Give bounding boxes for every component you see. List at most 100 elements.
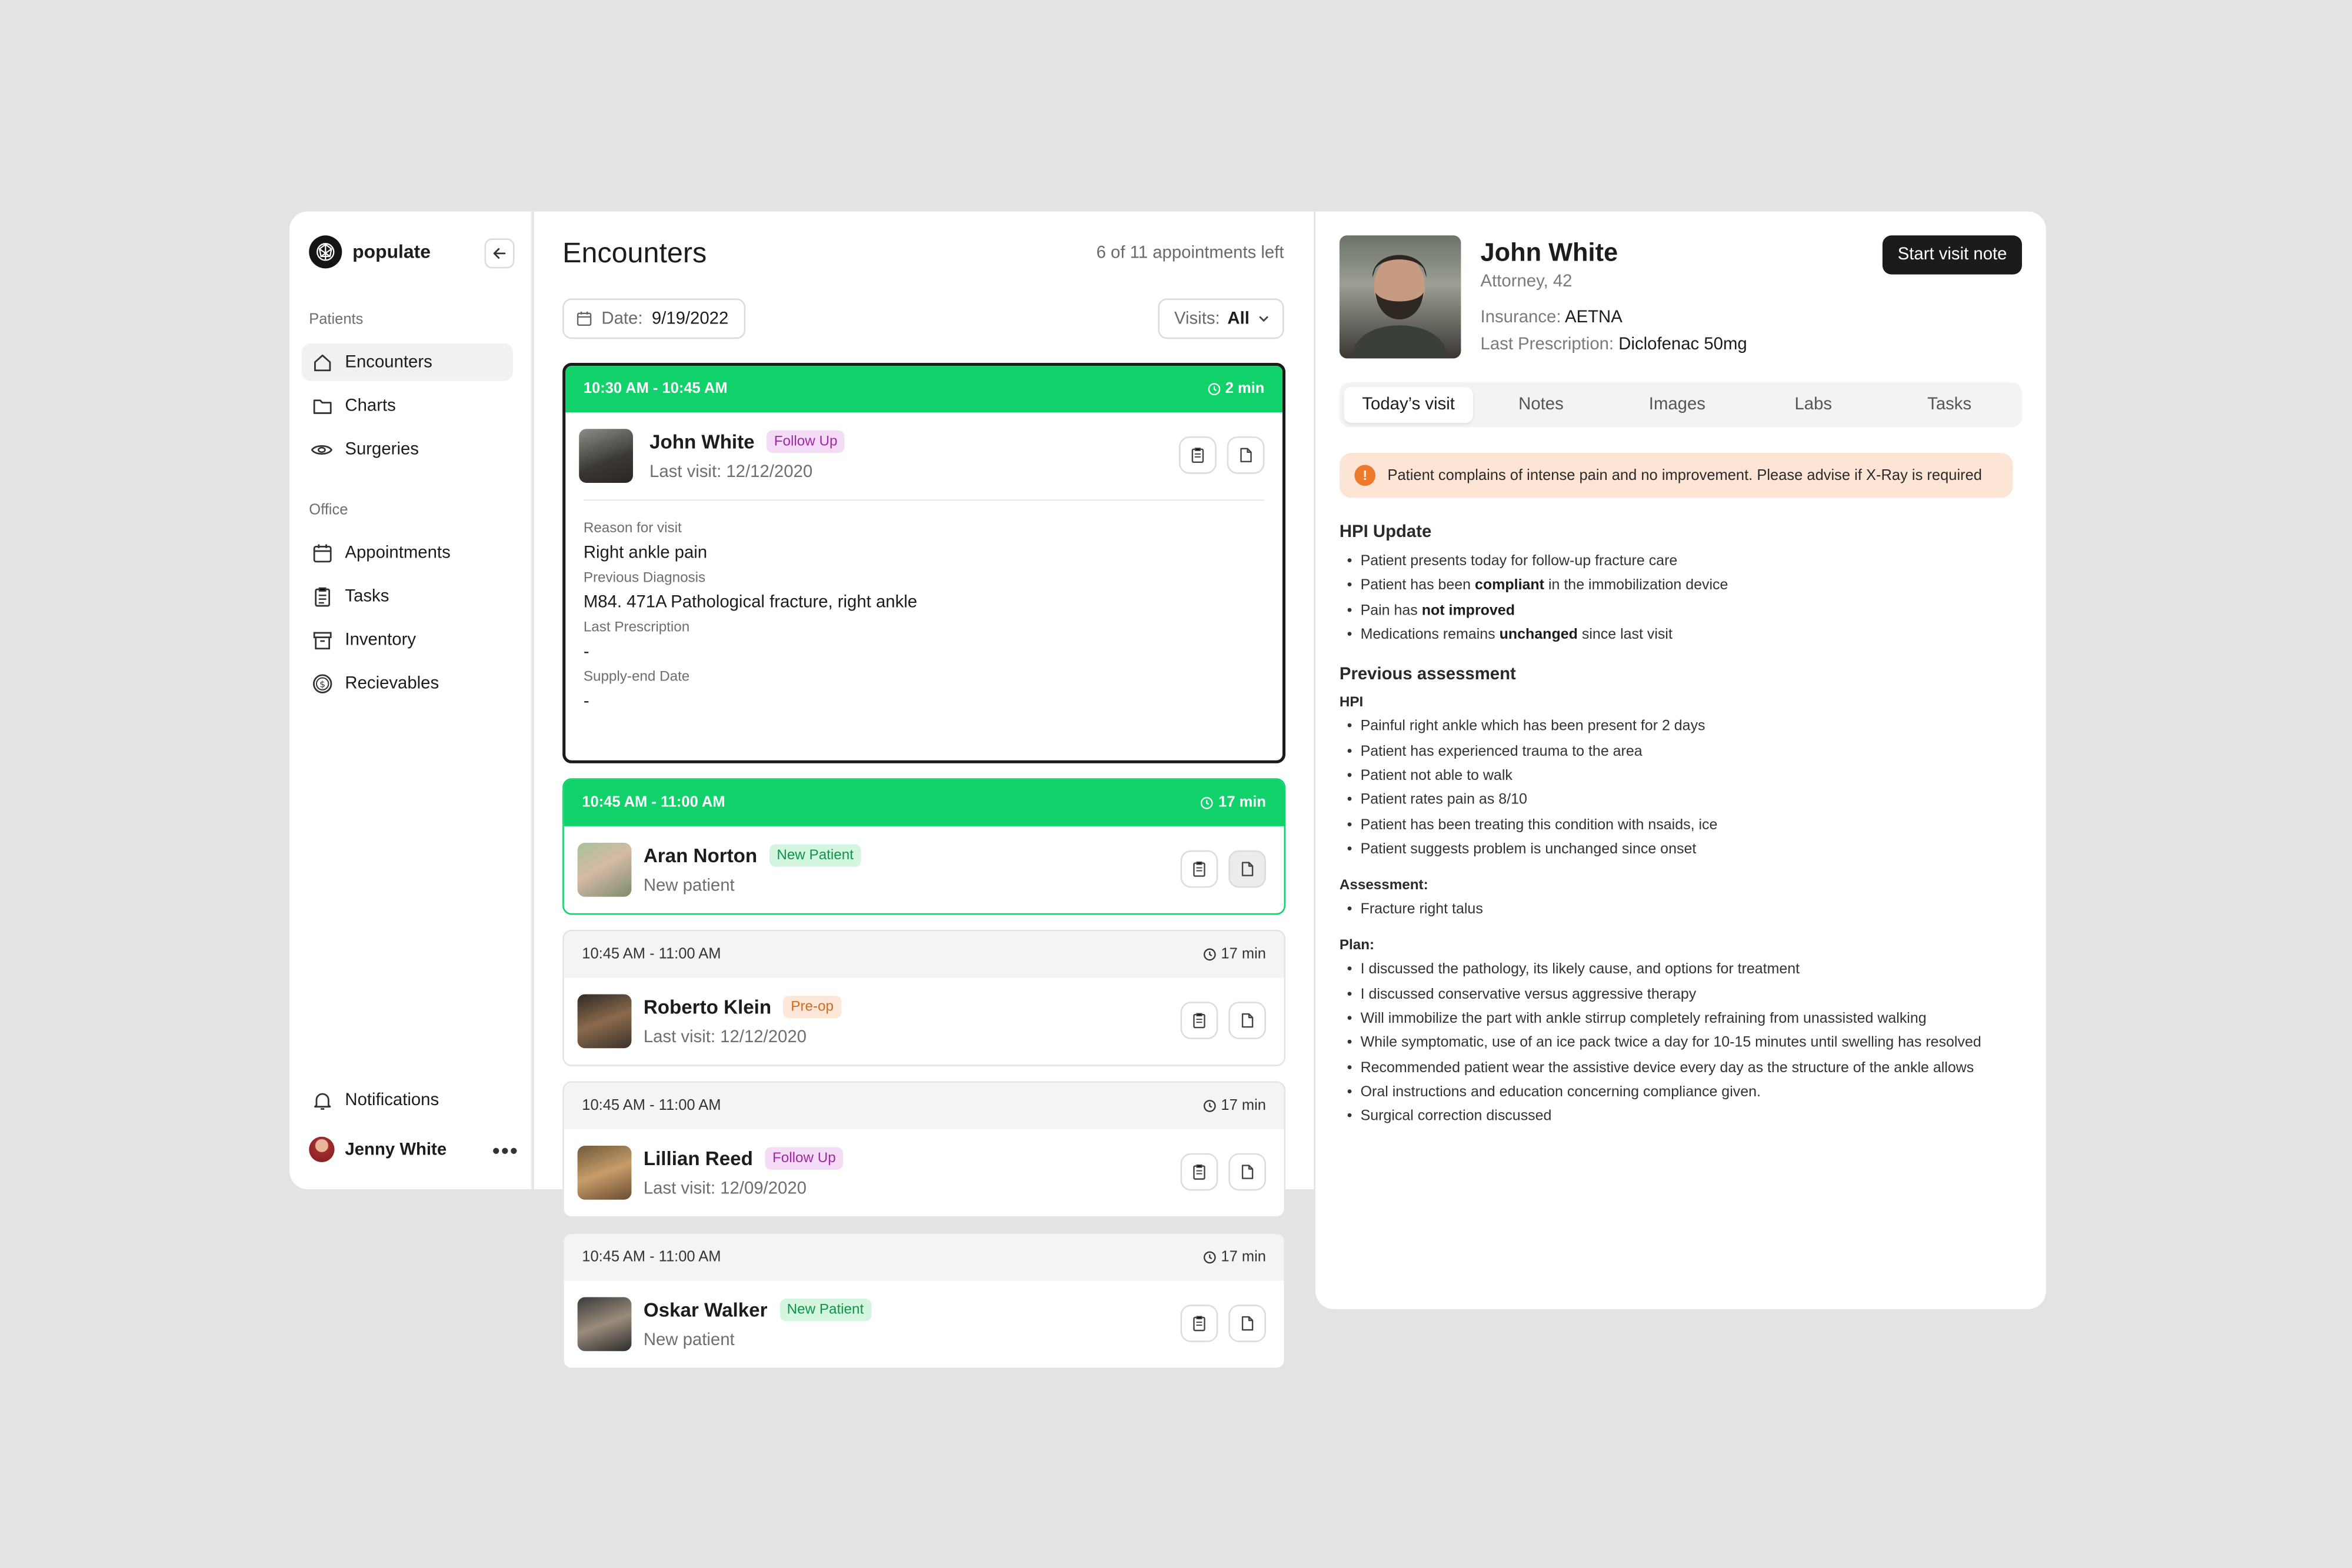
patient-last-prescription: Last Prescription: Diclofenac 50mg bbox=[1481, 336, 1747, 354]
visit-details: Reason for visit Right ankle pain Previo… bbox=[583, 499, 1265, 711]
appointment-card[interactable]: 10:45 AM - 11:00 AM 17 min Roberto Klein… bbox=[562, 929, 1286, 1066]
appointment-card[interactable]: 10:45 AM - 11:00 AM 17 min Lillian Reed … bbox=[562, 1081, 1286, 1218]
calendar-icon bbox=[577, 311, 592, 326]
document-button[interactable] bbox=[1228, 1002, 1266, 1039]
clipboard-button[interactable] bbox=[1180, 850, 1218, 888]
document-button[interactable] bbox=[1227, 436, 1265, 474]
sidebar-item-appointments[interactable]: Appointments bbox=[301, 534, 513, 572]
patient-name-heading: John White bbox=[1480, 238, 1618, 267]
folder-icon bbox=[311, 395, 333, 417]
brand-name: populate bbox=[352, 241, 431, 263]
document-button[interactable] bbox=[1228, 850, 1266, 888]
sidebar-item-inventory[interactable]: Inventory bbox=[301, 621, 513, 659]
list-item: Patient presents today for follow-up fra… bbox=[1340, 552, 2014, 571]
appointment-time: 10:30 AM - 10:45 AM bbox=[583, 381, 728, 398]
brand[interactable]: populate bbox=[309, 235, 431, 269]
tab-images[interactable]: Images bbox=[1609, 387, 1745, 423]
date-label: Date: bbox=[601, 309, 643, 328]
appointment-duration: 2 min bbox=[1207, 381, 1264, 398]
sidebar-item-notifications[interactable]: Notifications bbox=[301, 1081, 513, 1119]
clipboard-button[interactable] bbox=[1180, 1153, 1218, 1191]
sidebar: populate Patients Encounters Charts Surg… bbox=[289, 211, 533, 1189]
visits-value: All bbox=[1227, 309, 1250, 328]
clipboard-icon bbox=[1193, 1316, 1205, 1332]
clipboard-icon bbox=[1193, 861, 1205, 877]
patient-name-text: Aran Norton bbox=[643, 844, 758, 867]
patient-photo bbox=[1339, 235, 1461, 359]
clipboard-button[interactable] bbox=[1180, 1002, 1218, 1039]
home-icon bbox=[311, 351, 333, 373]
document-icon bbox=[1241, 862, 1254, 876]
visit-content: HPI Update Patient presents today for fo… bbox=[1340, 523, 2014, 1145]
clock-icon bbox=[1203, 948, 1216, 961]
svg-text:$: $ bbox=[319, 678, 325, 689]
more-options-icon[interactable]: ••• bbox=[492, 1137, 519, 1162]
detail-label: Previous Diagnosis bbox=[583, 569, 706, 586]
tab-tasks[interactable]: Tasks bbox=[1881, 387, 2017, 423]
tab-labs[interactable]: Labs bbox=[1745, 387, 1881, 423]
patient-subtitle: Last visit: 12/09/2020 bbox=[643, 1180, 807, 1199]
warning-icon: ! bbox=[1354, 465, 1376, 486]
insurance-label: Insurance: bbox=[1480, 309, 1561, 327]
list-item: Patient has been compliant in the immobi… bbox=[1340, 576, 2014, 596]
card-actions bbox=[1179, 436, 1265, 474]
status-badge: New Patient bbox=[769, 844, 861, 867]
card-header: 10:45 AM - 11:00 AM 17 min bbox=[564, 931, 1284, 978]
sidebar-item-encounters[interactable]: Encounters bbox=[301, 343, 513, 381]
list-item: Medications remains unchanged since last… bbox=[1340, 626, 2014, 645]
hpi-update-list: Patient presents today for follow-up fra… bbox=[1340, 552, 2014, 645]
status-badge: Pre-op bbox=[783, 996, 841, 1019]
clock-icon bbox=[1203, 1100, 1216, 1112]
appointment-duration: 17 min bbox=[1203, 946, 1266, 963]
detail-label: Supply-end Date bbox=[583, 669, 690, 686]
insurance-value: AETNA bbox=[1565, 309, 1623, 327]
visits-filter-dropdown[interactable]: Visits: All bbox=[1157, 298, 1284, 339]
dollar-icon: $ bbox=[311, 672, 333, 694]
appointment-card[interactable]: 10:30 AM - 10:45 AM 2 min John White Fol… bbox=[562, 363, 1286, 763]
clipboard-button[interactable] bbox=[1179, 436, 1217, 474]
sidebar-item-label: Tasks bbox=[345, 587, 389, 605]
patient-avatar bbox=[577, 1145, 632, 1200]
detail-label: Reason for visit bbox=[583, 520, 682, 537]
appointment-time: 10:45 AM - 11:00 AM bbox=[582, 795, 725, 812]
populate-logo-icon bbox=[309, 235, 342, 269]
patient-name-text: Roberto Klein bbox=[643, 996, 772, 1019]
document-button[interactable] bbox=[1228, 1153, 1266, 1191]
list-item: Painful right ankle which has been prese… bbox=[1340, 717, 2014, 736]
sidebar-item-recievables[interactable]: $ Recievables bbox=[301, 665, 513, 702]
card-header: 10:30 AM - 10:45 AM 2 min bbox=[565, 366, 1282, 413]
sidebar-item-surgeries[interactable]: Surgeries bbox=[301, 431, 513, 468]
user-menu[interactable]: Jenny White ••• bbox=[309, 1136, 519, 1163]
clipboard-button[interactable] bbox=[1180, 1305, 1218, 1342]
clock-icon bbox=[1208, 383, 1220, 395]
card-header: 10:45 AM - 11:00 AM 17 min bbox=[564, 1082, 1284, 1129]
collapse-sidebar-button[interactable] bbox=[484, 238, 515, 269]
clipboard-icon bbox=[1193, 1164, 1205, 1180]
sidebar-item-label: Notifications bbox=[345, 1090, 439, 1109]
patient-subtitle: Last visit: 12/12/2020 bbox=[649, 463, 813, 482]
document-button[interactable] bbox=[1228, 1305, 1266, 1342]
detail-label: Last Prescription bbox=[583, 619, 690, 636]
list-item: I discussed the pathology, its likely ca… bbox=[1340, 960, 2014, 979]
sidebar-item-charts[interactable]: Charts bbox=[301, 387, 513, 425]
appointment-card[interactable]: 10:45 AM - 11:00 AM 17 min Aran Norton N… bbox=[562, 778, 1286, 915]
card-body: Aran Norton New Patient New patient bbox=[564, 826, 1284, 913]
start-visit-note-button[interactable]: Start visit note bbox=[1883, 235, 2022, 275]
hpi-subheading: HPI bbox=[1339, 694, 1364, 711]
tab-todays-visit[interactable]: Today’s visit bbox=[1344, 386, 1473, 423]
appointment-duration: 17 min bbox=[1203, 1249, 1266, 1266]
patient-name: Roberto Klein Pre-op bbox=[643, 996, 841, 1019]
app-window: populate Patients Encounters Charts Surg… bbox=[0, 0, 2352, 1568]
patient-avatar bbox=[579, 429, 633, 483]
sidebar-item-label: Recievables bbox=[345, 674, 439, 692]
card-body: Roberto Klein Pre-op Last visit: 12/12/2… bbox=[564, 978, 1284, 1065]
date-filter-button[interactable]: Date: 9/19/2022 bbox=[562, 298, 745, 339]
tab-notes[interactable]: Notes bbox=[1473, 387, 1609, 423]
sidebar-item-tasks[interactable]: Tasks bbox=[301, 578, 513, 615]
appointment-card[interactable]: 10:45 AM - 11:00 AM 17 min Oskar Walker … bbox=[562, 1232, 1286, 1369]
detail-tabs: Today’s visit Notes Images Labs Tasks bbox=[1339, 382, 2022, 428]
clipboard-icon bbox=[1191, 448, 1204, 463]
patient-subtitle: New patient bbox=[643, 1332, 735, 1350]
list-item: Recommended patient wear the assistive d… bbox=[1340, 1058, 2014, 1077]
patient-name-text: Lillian Reed bbox=[643, 1147, 753, 1170]
